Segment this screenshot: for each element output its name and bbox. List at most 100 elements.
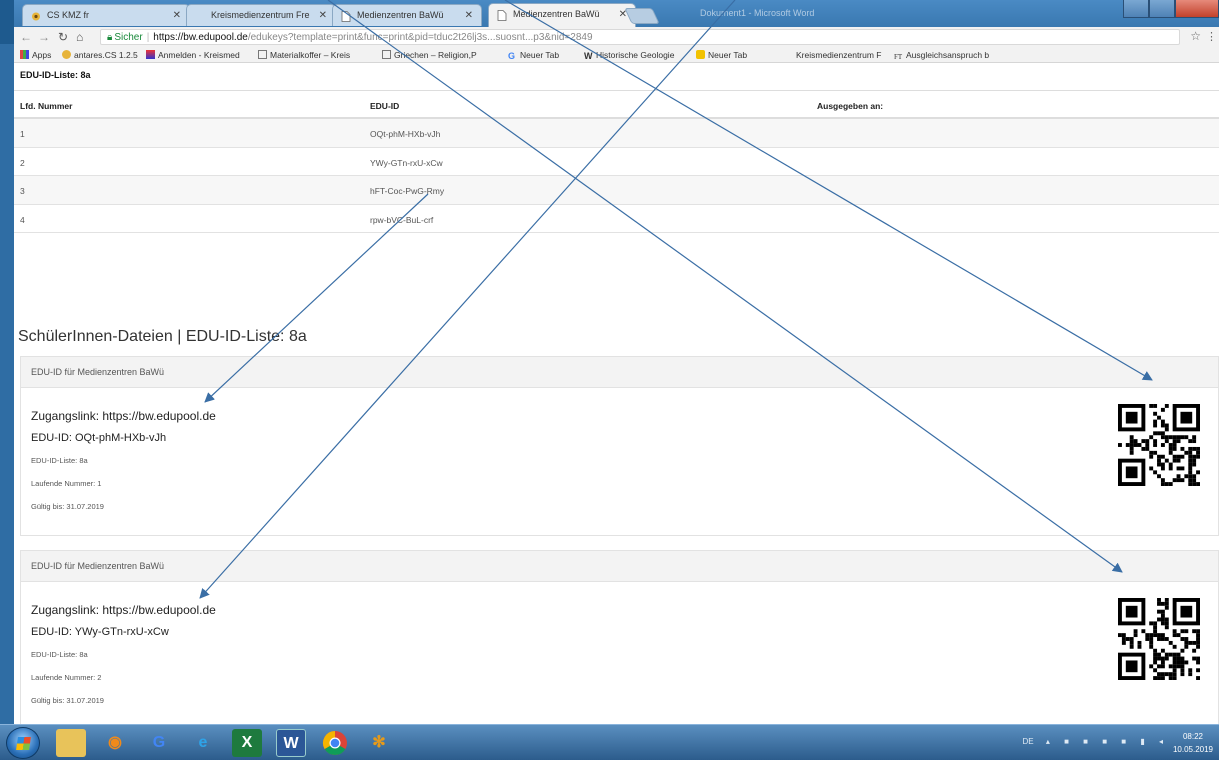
close-icon[interactable]: ✕ [319, 10, 327, 21]
bookmark-materialkoffer[interactable]: Materialkoffer – Kreis [258, 50, 350, 60]
close-window-button[interactable] [1175, 0, 1219, 18]
card-header: EDU-ID für Medienzentren BaWü [21, 357, 1218, 388]
clock-time: 08:22 [1182, 732, 1203, 741]
tab-label: Kreismedienzentrum Fre [211, 10, 310, 20]
internet-explorer-icon[interactable]: e [188, 729, 218, 757]
background-window-title: Dokument1 - Microsoft Word [700, 8, 815, 18]
window-frame-left [0, 44, 14, 724]
paw-icon[interactable]: ✻ [364, 729, 394, 757]
table-row: 4 rpw-bVC-BuL-crf [14, 205, 1219, 233]
google-icon[interactable]: G [144, 729, 174, 757]
close-icon[interactable]: ✕ [173, 10, 181, 21]
bookmark-griechen[interactable]: Griechen – Religion,P [382, 50, 477, 60]
forward-arrow-icon[interactable]: → [38, 30, 50, 44]
swoosh-icon [146, 50, 155, 59]
card-header: EDU-ID für Medienzentren BaWü [21, 551, 1218, 582]
edu-id-card: EDU-ID für Medienzentren BaWü Zugangslin… [20, 550, 1219, 724]
tab-kreismedienzentrum[interactable]: Kreismedienzentrum Fre ✕ [186, 4, 336, 26]
home-icon[interactable]: ⌂ [76, 30, 83, 44]
minimize-button[interactable] [1123, 0, 1149, 18]
row-number: 1 [20, 129, 25, 139]
edu-id-table: Lfd. Nummer EDU-ID Ausgegeben an: 1 OQt-… [14, 90, 1219, 233]
url-bar[interactable]: 🔒︎ Sicher | https://bw.edupool.de/edukeys?t… [100, 29, 1180, 45]
row-number: 2 [20, 157, 25, 168]
clock[interactable]: 08:22 10.05.2019 [1173, 730, 1213, 756]
excel-icon[interactable]: X [232, 729, 262, 757]
tab-cs-kmz[interactable]: CS KMZ fr ✕ [22, 4, 190, 26]
window-edge [0, 0, 14, 44]
card-number: Laufende Nummer: 2 [31, 673, 102, 682]
page-icon [341, 11, 351, 22]
maximize-button[interactable] [1149, 0, 1175, 18]
tab-label: CS KMZ fr [47, 10, 89, 20]
table-row: 3 hFT-Coc-PwG-Rmy [14, 176, 1219, 205]
apps-grid-icon [20, 50, 29, 59]
back-arrow-icon[interactable]: ← [20, 30, 32, 44]
ft-icon: FT [894, 53, 903, 61]
page-icon [382, 50, 391, 59]
row-edu-id: hFT-Coc-PwG-Rmy [370, 186, 445, 196]
secure-label: Sicher [114, 32, 143, 43]
bookmark-anmelden[interactable]: Anmelden - Kreismed [146, 50, 240, 60]
antares-icon [62, 50, 71, 59]
tray-icons: ▴ ■ ■ ■ ■ ▮ ◂ [1045, 737, 1169, 746]
google-icon: G [508, 51, 516, 61]
qr-code [1118, 598, 1200, 680]
access-link: Zugangslink: https://bw.edupool.de [31, 603, 216, 617]
start-button[interactable] [6, 727, 40, 759]
edu-id-card: EDU-ID für Medienzentren BaWü Zugangslin… [20, 356, 1219, 536]
table-row: 1 OQt-phM-HXb-vJh [14, 119, 1219, 148]
language-indicator[interactable]: DE [1023, 737, 1034, 746]
page-icon [497, 10, 507, 21]
bookmarks-bar: Apps antares.CS 1.2.5 Anmelden - Kreisme… [14, 47, 1219, 63]
header-ausgegeben-an: Ausgegeben an: [817, 101, 884, 111]
bookmark-ausgleichsanspruch[interactable]: FT Ausgleichsanspruch b [894, 50, 989, 62]
bookmark-kreismedienzentrum[interactable]: Kreismedienzentrum F [796, 50, 882, 60]
media-player-icon[interactable]: ◉ [100, 729, 130, 757]
card-list-name: EDU-ID-Liste: 8a [31, 650, 88, 659]
bookmark-neuer-tab[interactable]: Neuer Tab [696, 50, 747, 60]
chrome-icon[interactable] [320, 729, 350, 757]
reload-icon[interactable]: ↻ [58, 30, 68, 44]
bookmark-neuer-tab-google[interactable]: G Neuer Tab [508, 50, 559, 61]
row-number: 4 [20, 214, 25, 225]
page-icon [258, 50, 267, 59]
access-link: Zugangslink: https://bw.edupool.de [31, 409, 216, 423]
edu-id-value: EDU-ID: YWy-GTn-rxU-xCw [31, 626, 169, 638]
bookmark-apps[interactable]: Apps [20, 50, 51, 60]
chrome-logo-icon [322, 731, 347, 756]
edu-id-value: EDU-ID: OQt-phM-HXb-vJh [31, 432, 167, 444]
smiley-icon [696, 50, 705, 59]
page-content: EDU-ID-Liste: 8a Lfd. Nummer EDU-ID Ausg… [14, 63, 1219, 724]
url-host: https://bw.edupool.de [153, 32, 248, 43]
bookmark-historische-geologie[interactable]: W Historische Geologie [584, 50, 674, 61]
close-icon[interactable]: ✕ [465, 10, 473, 21]
header-edu-id: EDU-ID [370, 101, 400, 111]
antares-icon [32, 12, 40, 21]
tab-label: Medienzentren BaWü [357, 10, 444, 20]
window-controls [1123, 0, 1219, 20]
address-toolbar: ← → ↻ ⌂ 🔒︎ Sicher | https://bw.edupool.de/e… [14, 27, 1219, 47]
qr-code [1118, 404, 1200, 486]
row-edu-id: YWy-GTn-rxU-xCw [370, 157, 443, 168]
url-path: /edukeys?template=print&func=print&pid=t… [247, 32, 593, 43]
card-number: Laufende Nummer: 1 [31, 479, 102, 488]
tab-medienzentren-1[interactable]: Medienzentren BaWü ✕ [332, 4, 482, 26]
row-edu-id: OQt-phM-HXb-vJh [370, 129, 441, 139]
wikipedia-icon: W [584, 51, 593, 61]
row-number: 3 [20, 186, 25, 196]
system-tray: DE ▴ ■ ■ ■ ■ ▮ ◂ [1023, 737, 1169, 746]
word-icon[interactable]: W [276, 729, 306, 757]
explorer-icon[interactable] [56, 729, 86, 757]
table-header: Lfd. Nummer EDU-ID Ausgegeben an: [14, 91, 1219, 119]
section-title: SchülerInnen-Dateien | EDU-ID-Liste: 8a [18, 328, 307, 345]
bookmark-star-icon[interactable]: ☆ [1190, 29, 1201, 43]
header-lfd-nummer: Lfd. Nummer [20, 101, 73, 111]
bookmark-antares[interactable]: antares.CS 1.2.5 [62, 50, 138, 60]
list-title: EDU-ID-Liste: 8a [20, 70, 91, 80]
menu-icon[interactable]: ⋮ [1206, 30, 1217, 43]
tab-label: Medienzentren BaWü [513, 9, 600, 19]
tab-medienzentren-active[interactable]: Medienzentren BaWü ✕ [488, 3, 636, 27]
lock-icon: 🔒︎ [107, 32, 113, 43]
card-valid-until: Gültig bis: 31.07.2019 [31, 502, 104, 511]
